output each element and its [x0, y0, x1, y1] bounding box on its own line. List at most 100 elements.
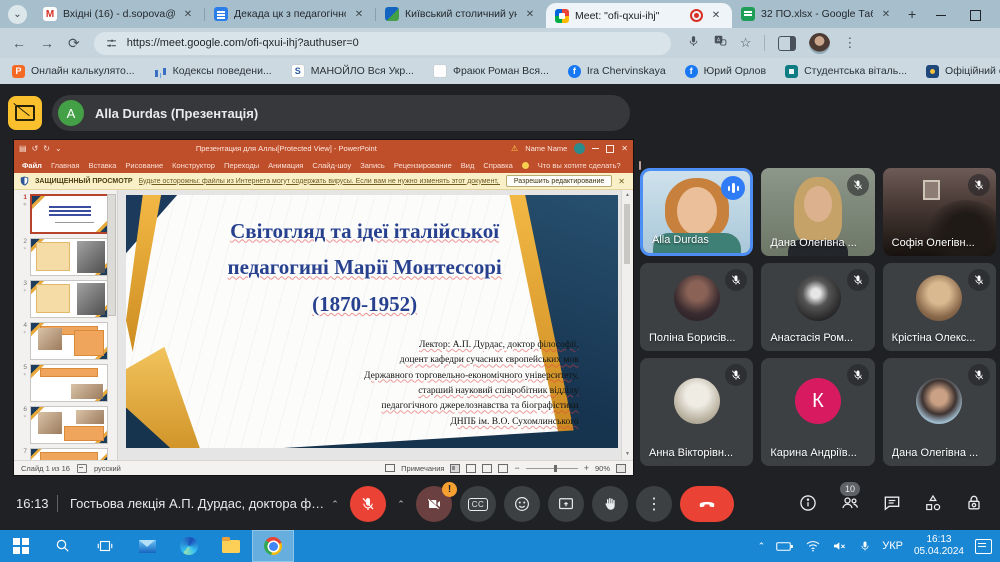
reactions-button[interactable] [504, 486, 540, 522]
normal-view-icon[interactable] [450, 464, 460, 473]
participant-tile[interactable]: Анастасія Ром... [761, 263, 874, 351]
people-button[interactable]: 10 [839, 493, 861, 513]
participant-tile[interactable]: Анна Вікторівн... [640, 358, 753, 466]
ppt-tab-home[interactable]: Главная [51, 161, 80, 170]
slide-thumbnail-2[interactable]: 2✶ [14, 236, 117, 278]
ppt-slide-thumbnails[interactable]: 1✶ 2✶ 3✶ 4✶ 5✶ [14, 190, 118, 460]
battery-icon[interactable] [776, 540, 794, 553]
language-switcher[interactable]: УКР [882, 540, 903, 552]
slide-scrollbar[interactable]: ▲▼ [621, 190, 633, 460]
host-controls-button[interactable] [964, 493, 984, 513]
participant-tile[interactable]: Поліна Борисів... [640, 263, 753, 351]
taskbar-search-button[interactable] [42, 530, 84, 562]
minimize-button[interactable] [936, 15, 946, 17]
ppt-tab-file[interactable]: Файл [22, 161, 42, 170]
zoom-slider[interactable] [526, 468, 578, 469]
new-tab-button[interactable]: + [908, 6, 916, 22]
participant-tile[interactable]: Софія Олегівн... [883, 168, 996, 256]
undo-icon[interactable]: ↺ [32, 144, 39, 153]
zoom-level[interactable]: 90% [595, 464, 610, 473]
ppt-tell-me[interactable]: Что вы хотите сделать? [538, 161, 621, 170]
ppt-tab-help[interactable]: Справка [483, 161, 512, 170]
tab-sheets[interactable]: 32 ПО.xlsx - Google Таблиц ✕ [732, 0, 902, 28]
ppt-minimize-button[interactable] [592, 148, 599, 149]
volume-muted-icon[interactable] [832, 539, 848, 553]
chrome-menu-icon[interactable]: ⋮ [843, 35, 856, 51]
zoom-in-button[interactable]: + [584, 463, 589, 473]
action-center-icon[interactable] [975, 539, 992, 554]
ppt-account-avatar[interactable] [574, 143, 585, 154]
tab-university[interactable]: Київський столичний унів ✕ [376, 0, 546, 28]
reading-view-icon[interactable] [482, 464, 492, 473]
ppt-tab-design[interactable]: Конструктор [172, 161, 215, 170]
enable-editing-button[interactable]: Разрешить редактирование [506, 175, 612, 187]
close-icon[interactable]: ✕ [523, 9, 537, 20]
bookmark-item[interactable]: Фраюк Роман Вся... [433, 64, 549, 78]
site-info-icon[interactable] [105, 37, 118, 50]
protected-bar-close-icon[interactable]: ✕ [618, 177, 627, 186]
close-icon[interactable]: ✕ [709, 10, 723, 21]
slide-thumbnail-6[interactable]: 6✶ [14, 404, 117, 446]
bookmark-item[interactable]: Студентська віталь... [785, 65, 907, 78]
maximize-button[interactable] [970, 10, 981, 21]
ppt-close-button[interactable]: ✕ [621, 144, 628, 153]
bookmark-item[interactable]: f Юрий Орлов [685, 65, 766, 78]
tray-hidden-icons-button[interactable]: ⌃ [758, 541, 766, 552]
notes-button[interactable]: Примечания [401, 464, 444, 473]
participant-tile[interactable]: Дана Олегівна ... [761, 168, 874, 256]
bookmark-item[interactable]: Кодексы поведени... [154, 65, 272, 78]
tab-meet-active[interactable]: Meet: "ofi-qxui-ihj" ✕ [546, 3, 732, 28]
slide-sorter-icon[interactable] [466, 464, 476, 473]
presenter-banner[interactable]: A Alla Durdas (Презентація) [52, 95, 630, 131]
spellcheck-icon[interactable] [77, 464, 87, 473]
participant-tile[interactable]: Крістіна Олекс... [883, 263, 996, 351]
raise-hand-button[interactable] [592, 486, 628, 522]
close-icon[interactable]: ✕ [181, 9, 195, 20]
reload-button[interactable]: ⟳ [68, 35, 80, 52]
start-button[interactable] [0, 530, 42, 562]
ppt-tab-view[interactable]: Вид [461, 161, 475, 170]
ppt-tab-draw[interactable]: Рисование [125, 161, 163, 170]
ppt-tab-insert[interactable]: Вставка [89, 161, 117, 170]
tab-docs[interactable]: Декада цк з педагогічної о ✕ [205, 0, 375, 28]
thumbnail-scrollbar[interactable] [107, 194, 116, 316]
chat-button[interactable] [882, 493, 902, 513]
camera-options-chevron-icon[interactable]: ⌃ [394, 499, 408, 510]
ppt-tab-record[interactable]: Запись [360, 161, 385, 170]
activities-button[interactable] [923, 493, 943, 513]
participant-tile[interactable]: К Карина Андріїв... [761, 358, 874, 466]
tab-search-button[interactable]: ⌄ [8, 5, 27, 24]
slide-thumbnail-3[interactable]: 3✶ [14, 278, 117, 320]
slide-thumbnail-5[interactable]: 5✶ [14, 362, 117, 404]
language-indicator[interactable]: русский [94, 464, 121, 473]
bookmark-star-icon[interactable]: ☆ [740, 35, 752, 51]
mic-toggle-button[interactable] [350, 486, 386, 522]
leave-call-button[interactable] [680, 486, 734, 522]
bookmark-item[interactable]: f Ira Chervinskaya [568, 65, 666, 78]
present-button[interactable] [548, 486, 584, 522]
mail-app-button[interactable] [126, 530, 168, 562]
voice-search-icon[interactable] [687, 34, 700, 53]
participant-tile[interactable]: Дана Олегівна ... [883, 358, 996, 466]
presentation-warning-button[interactable] [8, 96, 42, 130]
camera-toggle-button[interactable]: ! [416, 486, 452, 522]
forward-button[interactable]: → [40, 35, 54, 51]
ppt-quick-access-toolbar[interactable]: ▤ ↺ ↻ ⌄ [19, 144, 62, 153]
bookmark-item[interactable]: P Онлайн калькулято... [12, 65, 135, 78]
ppt-maximize-button[interactable] [606, 145, 614, 153]
translate-icon[interactable]: A [713, 34, 727, 53]
redo-icon[interactable]: ↻ [43, 144, 50, 153]
edge-app-button[interactable] [168, 530, 210, 562]
chrome-app-button[interactable] [252, 530, 294, 562]
ppt-tab-slideshow[interactable]: Слайд-шоу [312, 161, 351, 170]
close-icon[interactable]: ✕ [879, 9, 893, 20]
side-panel-icon[interactable] [778, 36, 796, 51]
address-bar[interactable]: https://meet.google.com/ofi-qxui-ihj?aut… [94, 32, 671, 55]
bookmark-item[interactable]: Офіційний сайт Уп... [926, 65, 1000, 78]
task-view-button[interactable] [84, 530, 126, 562]
save-icon[interactable]: ▤ [19, 144, 27, 153]
file-explorer-button[interactable] [210, 530, 252, 562]
captions-button[interactable]: CC [460, 486, 496, 522]
profile-avatar[interactable] [809, 33, 830, 54]
qat-more-icon[interactable]: ⌄ [55, 144, 62, 153]
